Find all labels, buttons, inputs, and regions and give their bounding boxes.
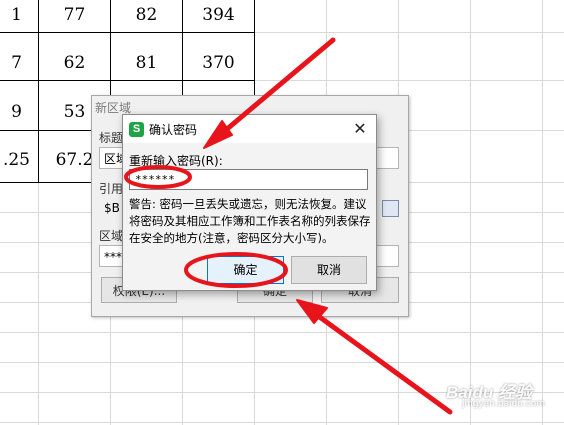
table-cell[interactable]: 1 <box>0 5 22 25</box>
table-cell[interactable]: 82 <box>111 5 182 25</box>
gridline <box>0 422 564 423</box>
gridline <box>0 362 564 363</box>
title-label: 标题 <box>99 131 124 145</box>
collapse-range-icon[interactable] <box>382 200 399 217</box>
dialog-titlebar[interactable]: S 确认密码 ✕ <box>123 115 376 143</box>
reference-label: 引用 <box>99 182 124 196</box>
wps-app-icon: S <box>129 122 144 137</box>
table-cell[interactable]: 7 <box>0 53 22 73</box>
baidu-watermark-url: jingyan.baidu.com <box>462 399 546 409</box>
dialog-title: 确认密码 <box>149 123 198 137</box>
table-cell[interactable]: 370 <box>183 53 254 73</box>
table-cell[interactable]: 9 <box>0 102 22 122</box>
reenter-password-label: 重新输入密码(R): <box>129 154 223 168</box>
table-cell[interactable]: 62 <box>39 53 110 73</box>
confirm-password-dialog: S 确认密码 ✕ 重新输入密码(R): ****** 警告: 密码一旦丢失或遗忘… <box>122 114 377 291</box>
table-cell[interactable]: 394 <box>183 5 254 25</box>
table-cell[interactable]: .25 <box>0 150 30 170</box>
gridline <box>0 332 564 333</box>
warning-text: 警告: 密码一旦丢失或遗忘，则无法恢复。建议将密码及其相应工作簿和工作表名称的列… <box>129 197 371 245</box>
table-border <box>0 32 255 33</box>
cancel-button[interactable]: 取消 <box>291 256 367 284</box>
table-cell[interactable]: 81 <box>111 53 182 73</box>
ok-button[interactable]: 确定 <box>207 256 284 284</box>
table-border <box>0 80 255 81</box>
table-cell[interactable]: 77 <box>39 5 110 25</box>
password-label: 区域 <box>99 229 124 243</box>
reenter-password-input[interactable]: ****** <box>129 169 368 190</box>
close-icon[interactable]: ✕ <box>349 118 371 140</box>
